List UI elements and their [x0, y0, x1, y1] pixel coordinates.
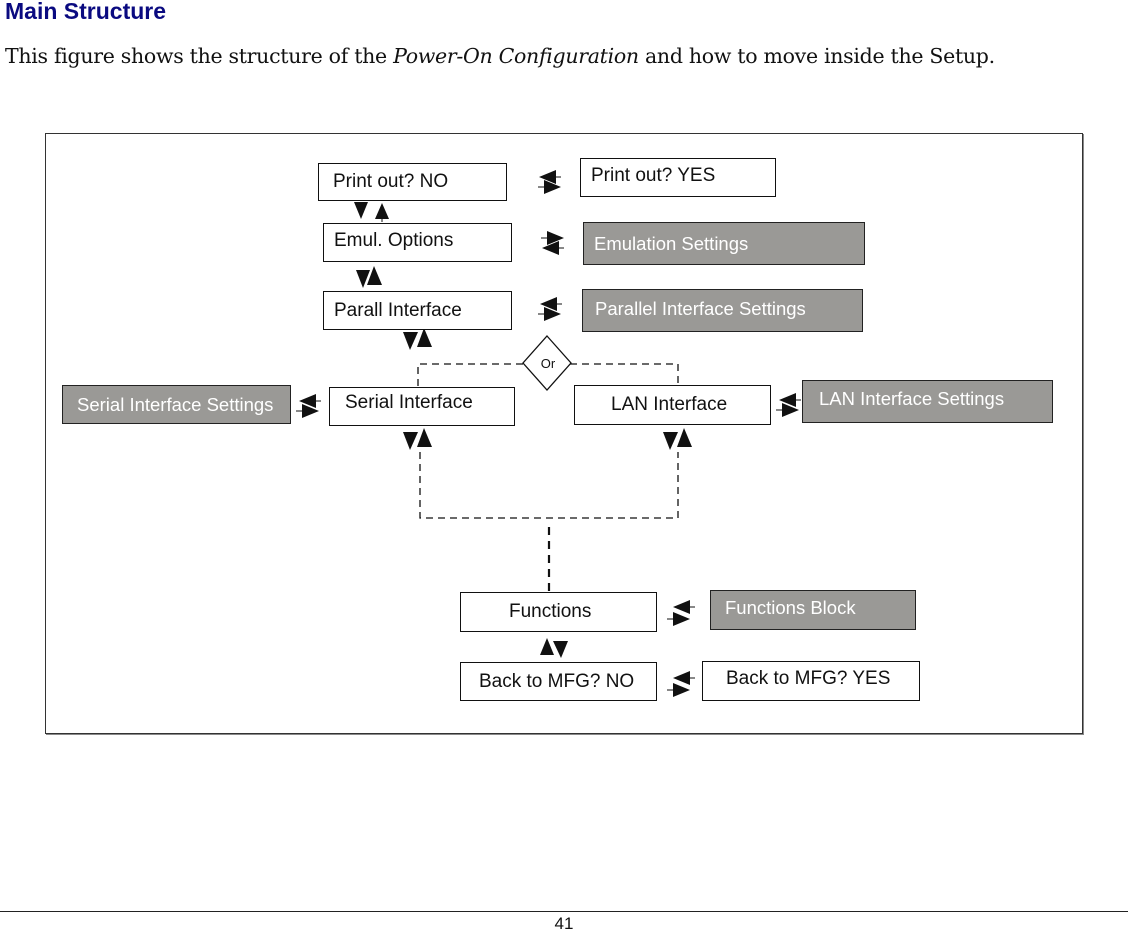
node-emulation-settings: Emulation Settings	[583, 222, 865, 265]
node-lan-interface-settings: LAN Interface Settings	[802, 380, 1053, 423]
intro-text-before: This figure shows the structure of the	[5, 44, 394, 68]
node-serial-interface: Serial Interface	[329, 387, 515, 426]
footer-rule	[0, 911, 1128, 912]
intro-text-after: and how to move inside the Setup.	[638, 44, 995, 68]
node-emul-options: Emul. Options	[323, 223, 512, 262]
node-print-out-no: Print out? NO	[318, 163, 507, 201]
node-print-out-yes: Print out? YES	[580, 158, 776, 197]
page-number: 41	[554, 914, 574, 933]
node-parallel-interface-settings: Parallel Interface Settings	[582, 289, 863, 332]
node-back-to-mfg-yes: Back to MFG? YES	[702, 661, 920, 701]
figure-frame	[45, 133, 1083, 734]
node-serial-interface-settings: Serial Interface Settings	[62, 385, 291, 424]
node-lan-interface: LAN Interface	[574, 385, 771, 425]
node-back-to-mfg-no: Back to MFG? NO	[460, 662, 657, 701]
node-functions-block: Functions Block	[710, 590, 916, 630]
node-functions: Functions	[460, 592, 657, 632]
or-label: Or	[540, 355, 556, 371]
intro-paragraph: This figure shows the structure of the P…	[5, 44, 995, 68]
node-parall-interface: Parall Interface	[323, 291, 512, 330]
intro-emphasis: Power-On Configuration	[393, 44, 639, 68]
section-heading: Main Structure	[5, 0, 167, 24]
